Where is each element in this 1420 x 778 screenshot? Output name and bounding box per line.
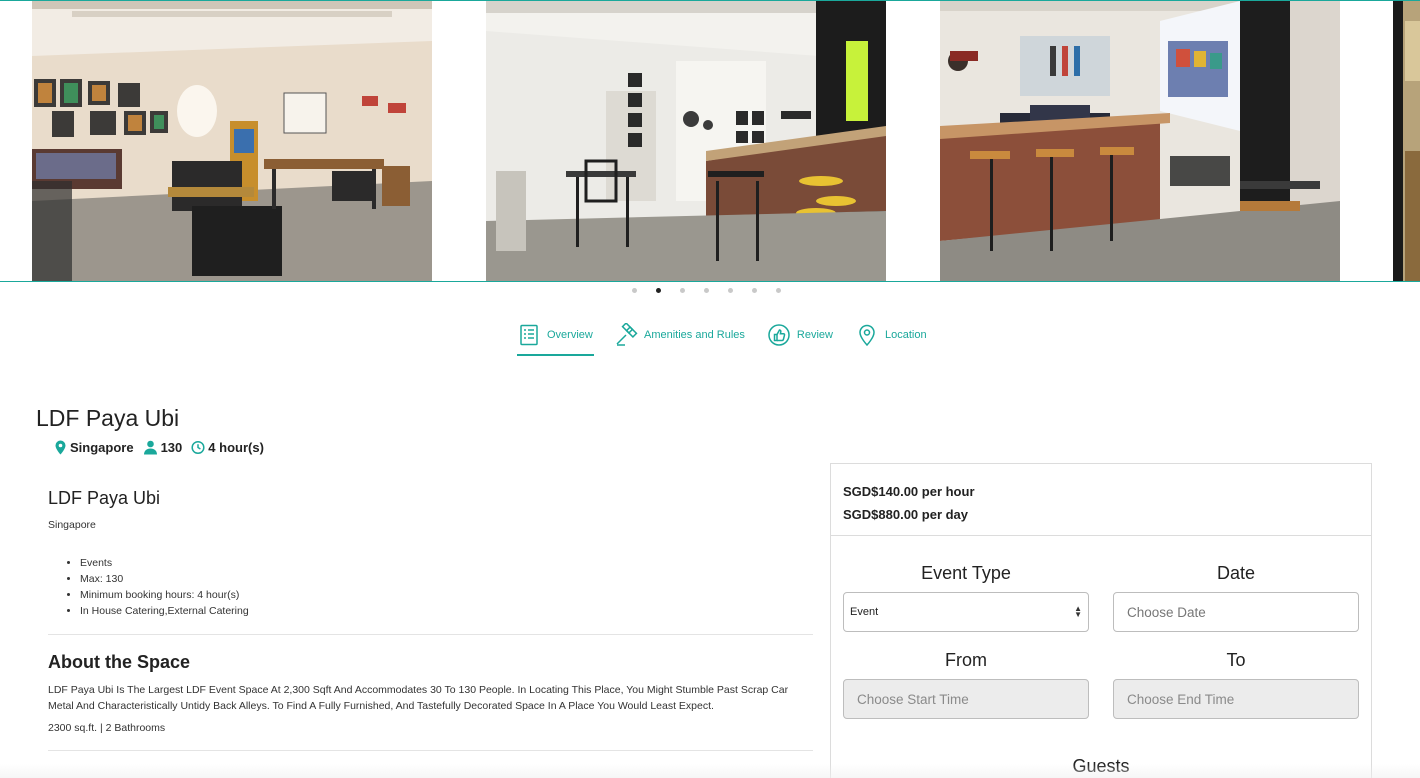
carousel-slide-bar-area[interactable]	[486, 1, 886, 281]
price-per-day: SGD$880.00 per day	[843, 507, 969, 522]
document-list-icon	[520, 324, 538, 346]
venue-meta: Singapore 130 4 hour(s)	[54, 440, 273, 455]
list-item: Minimum booking hours: 4 hour(s)	[80, 587, 813, 603]
partial-slide-photo	[1393, 1, 1420, 281]
tab-review-label: Review	[796, 329, 833, 341]
carousel-dot-2[interactable]	[656, 288, 661, 293]
list-item: Events	[80, 555, 813, 571]
list-item: In House Catering,External Catering	[80, 603, 813, 619]
to-label: To	[1226, 650, 1246, 670]
booking-form: Event Type Event ▲ ▼ Date Choose Date Fro…	[843, 562, 1359, 719]
space-size: 2300 sq.ft. | 2 Bathrooms	[48, 722, 166, 734]
from-label: From	[945, 650, 987, 670]
start-time-input[interactable]: Choose Start Time	[843, 679, 1089, 719]
carousel-pagination	[632, 288, 781, 293]
carousel-dot-7[interactable]	[776, 288, 781, 293]
carousel-dot-4[interactable]	[704, 288, 709, 293]
event-type-value: Event	[850, 606, 879, 618]
booking-card: SGD$140.00 per hour SGD$880.00 per day E…	[830, 463, 1372, 778]
gavel-icon	[616, 323, 638, 346]
feature-list: Events Max: 130 Minimum booking hours: 4…	[48, 555, 813, 619]
tab-amenities-and-rules[interactable]: Amenities and Rules	[614, 318, 745, 356]
carousel-dot-1[interactable]	[632, 288, 637, 293]
carousel-dot-3[interactable]	[680, 288, 685, 293]
page-title: LDF Paya Ubi	[36, 405, 180, 431]
meta-location: Singapore	[54, 440, 134, 455]
tab-amenities-label: Amenities and Rules	[644, 329, 745, 341]
about-description: LDF Paya Ubi Is The Largest LDF Event Sp…	[48, 684, 789, 712]
tab-location-label: Location	[884, 329, 927, 341]
meta-capacity-text: 130	[160, 440, 183, 455]
map-marker-icon	[55, 440, 66, 455]
meta-capacity: 130	[143, 440, 183, 455]
divider	[48, 634, 813, 635]
event-type-select[interactable]: Event ▲ ▼	[843, 592, 1089, 632]
about-heading: About the Space	[48, 652, 191, 672]
projector-lounge-photo	[940, 1, 1340, 281]
tab-overview[interactable]: Overview	[517, 318, 594, 356]
photo-carousel[interactable]	[0, 0, 1420, 282]
section-tabs: Overview Amenities and Rules Review Loca…	[517, 318, 927, 356]
to-group: To Choose End Time	[1113, 649, 1359, 719]
list-item: Max: 130	[80, 571, 813, 587]
carousel-dot-5[interactable]	[728, 288, 733, 293]
bar-area-photo	[486, 1, 886, 281]
carousel-slide-partial[interactable]	[1393, 1, 1420, 281]
meta-min-hours: 4 hour(s)	[191, 440, 264, 455]
overview-section: LDF Paya Ubi Singapore Events Max: 130 M…	[48, 488, 813, 751]
date-label: Date	[1216, 563, 1256, 583]
overview-title: LDF Paya Ubi	[48, 488, 161, 508]
guests-label: Guests	[1072, 756, 1130, 776]
event-type-group: Event Type Event ▲ ▼	[843, 562, 1089, 632]
person-icon	[143, 440, 157, 455]
date-placeholder: Choose Date	[1127, 604, 1206, 620]
lounge-room-photo	[32, 1, 432, 281]
price-box: SGD$140.00 per hour SGD$880.00 per day	[831, 464, 1371, 536]
price-per-hour: SGD$140.00 per hour	[843, 484, 975, 499]
overview-location: Singapore	[48, 519, 96, 531]
clock-icon	[191, 440, 205, 455]
select-arrows-icon: ▲ ▼	[1074, 604, 1082, 619]
start-time-placeholder: Choose Start Time	[857, 691, 969, 707]
date-input[interactable]: Choose Date	[1113, 592, 1359, 632]
tab-review[interactable]: Review	[767, 318, 833, 356]
event-type-label: Event Type	[921, 563, 1011, 583]
carousel-slide-projector-lounge[interactable]	[940, 1, 1340, 281]
meta-location-text: Singapore	[70, 440, 134, 455]
carousel-dot-6[interactable]	[752, 288, 757, 293]
end-time-placeholder: Choose End Time	[1127, 691, 1235, 707]
from-group: From Choose Start Time	[843, 649, 1089, 719]
date-group: Date Choose Date	[1113, 562, 1359, 632]
end-time-input[interactable]: Choose End Time	[1113, 679, 1359, 719]
map-pin-icon	[859, 324, 875, 347]
meta-min-hours-text: 4 hour(s)	[208, 440, 264, 455]
tab-location[interactable]: Location	[855, 318, 927, 356]
thumbs-up-icon	[768, 324, 790, 346]
tab-overview-label: Overview	[547, 329, 593, 341]
divider	[48, 750, 813, 751]
carousel-slide-lounge-room[interactable]	[32, 1, 432, 281]
